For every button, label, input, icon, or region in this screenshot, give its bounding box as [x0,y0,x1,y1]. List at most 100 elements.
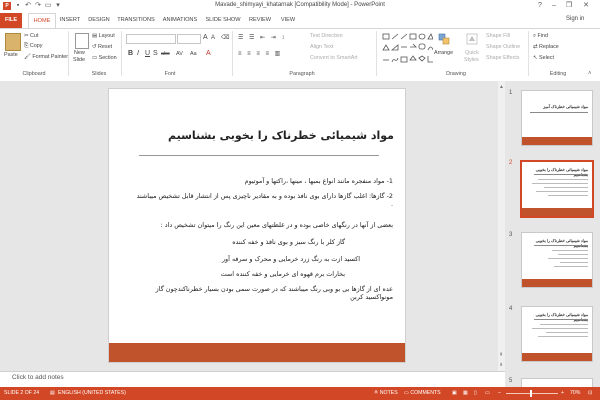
slide-title[interactable]: مواد شیمیائی خطرناک را بخوبی بشناسیم [109,129,394,142]
comments-button[interactable]: ▭ COMMENTS [404,390,441,396]
clear-format-icon[interactable]: ⌫ [221,34,229,41]
shapes-gallery[interactable] [381,32,434,68]
paste-icon[interactable] [5,33,21,51]
normal-view-icon[interactable]: ▣ [452,390,457,396]
text-direction-button[interactable]: Text Direction [310,33,343,39]
strikethrough-button[interactable]: abc [161,51,170,57]
comments-label: COMMENTS [410,390,441,396]
minimize-button[interactable]: – [548,1,560,11]
slideshow-view-icon[interactable]: ▭ [485,390,490,396]
thumbnail-text-line [548,195,588,196]
vertical-scrollbar[interactable] [498,81,505,371]
align-text-button[interactable]: Align Text [310,44,333,50]
tab-insert[interactable]: INSERT [58,13,82,28]
slide-thumbnail-1[interactable]: مواد شیمیائی خطرناک آمیز [521,90,593,146]
fit-slide-icon[interactable]: ⊡ [588,390,592,396]
language-indicator[interactable]: ENGLISH (UNITED STATES) [58,390,126,396]
thumbnail-title: مواد شیمیائی خطرناک را بخوبی بشناسیم [535,167,588,177]
spellcheck-icon[interactable]: ▤ [50,390,55,396]
notes-button[interactable]: ≙ NOTES [374,390,398,396]
zoom-out-icon[interactable]: – [498,390,501,396]
section-label: Section [98,55,117,61]
section-button[interactable]: ▭ Section [92,55,117,61]
layout-button[interactable]: ▤ Layout [92,33,115,39]
select-button[interactable]: ↖ Select [533,55,554,61]
shape-fill-button[interactable]: Shape Fill [486,33,510,39]
reset-button[interactable]: ↺ Reset [92,44,112,50]
tab-view[interactable]: VIEW [278,13,298,28]
thumbnail-footer-bar [522,279,592,287]
font-name-combo[interactable] [126,34,176,44]
restore-button[interactable]: ❐ [563,1,575,11]
quick-styles-icon[interactable] [466,33,478,45]
slide-body-line-2[interactable]: 2- گازها: اغلب گازها دارای بوی نافذ بوده… [133,192,393,208]
replace-button[interactable]: ⇄ Replace [533,44,559,50]
slide-body-line-7[interactable]: عده ای از گازها بی بو وبی رنگ میباشند که… [128,285,393,301]
section-icon: ▭ [92,55,99,61]
list-buttons-icon[interactable]: ☰ ☰ ⇤ ⇥ ↕ [238,34,286,41]
current-slide[interactable]: مواد شیمیائی خطرناک را بخوبی بشناسیم 1- … [108,88,406,363]
bold-button[interactable]: B [128,50,133,57]
convert-smartart-button[interactable]: Convert to SmartArt [310,55,358,61]
shrink-font-icon[interactable]: A [211,35,215,41]
reading-view-icon[interactable]: ▯ [474,390,477,396]
select-label: Select [539,55,554,61]
collapse-ribbon-icon[interactable]: ˄ [588,71,592,77]
close-button[interactable]: ✕ [580,1,592,11]
slide-body-line-1[interactable]: 1- مواد منفجره مانند انواع بمبها ، مینها… [133,177,393,185]
tab-file[interactable]: FILE [0,13,22,28]
thumbnail-text-line [544,187,588,188]
scroll-next-slide-icon[interactable]: ⇟ [499,362,503,368]
slide-thumbnail-3[interactable]: مواد شیمیائی خطرناک را بخوبی بشناسیم [521,232,593,288]
tab-review[interactable]: REVIEW [246,13,274,28]
slide-thumbnail-2[interactable]: مواد شیمیائی خطرناک را بخوبی بشناسیم [520,160,594,218]
new-slide-icon[interactable] [75,33,89,49]
slide-sorter-icon[interactable]: ▦ [463,390,468,396]
tab-slideshow[interactable]: SLIDE SHOW [204,13,242,28]
help-button[interactable]: ? [534,1,546,11]
slide-body-line-6[interactable]: بخارات برم قهوه ای خرمایی و خفه کننده اس… [145,270,345,278]
quick-styles-button[interactable]: Quick [465,50,479,56]
change-case-button[interactable]: Aa [190,51,197,57]
arrange-button[interactable]: Arrange [434,50,453,56]
slide-body-line-4[interactable]: گاز کلر با رنگ سبز و بوی نافذ و خفه کنند… [145,238,345,246]
scroll-prev-slide-icon[interactable]: ⇞ [499,352,503,358]
tab-home[interactable]: HOME [28,13,56,29]
tab-design[interactable]: DESIGN [86,13,112,28]
quick-styles-button-line2[interactable]: Styles [464,57,479,63]
find-button[interactable]: ⌕ Find [533,33,548,40]
shape-effects-button[interactable]: Shape Effects [486,55,519,61]
format-painter-button[interactable]: 🖌 Format Painter [24,54,68,60]
italic-button[interactable]: I [137,50,139,57]
scroll-up-icon[interactable]: ▲ [499,84,504,90]
tab-animations[interactable]: ANIMATIONS [160,13,200,28]
zoom-slider-thumb[interactable] [530,390,532,397]
zoom-slider[interactable] [506,393,558,394]
zoom-level[interactable]: 70% [570,390,580,396]
slide-thumbnail-4[interactable]: مواد شیمیائی خطرناک را بخوبی بشناسیم [521,306,593,362]
align-buttons-icon[interactable]: ≡ ≡ ≡ ≡ ▥ [238,50,282,57]
strike-s-button[interactable]: S [153,50,158,57]
paste-button[interactable]: Paste [4,52,18,58]
copy-button[interactable]: ⎘ Copy [24,43,42,50]
underline-button[interactable]: U [145,50,150,57]
font-color-button[interactable]: A [206,50,211,57]
thumbnail-text-line [532,328,588,329]
cut-button[interactable]: ✂ Cut [24,33,38,39]
font-size-combo[interactable] [177,34,201,44]
grow-font-icon[interactable]: A [203,34,208,41]
sign-in-link[interactable]: Sign in [566,16,584,22]
tab-transitions[interactable]: TRANSITIONS [116,13,156,28]
char-spacing-button[interactable]: AV [176,51,183,57]
group-divider [68,31,69,76]
layout-label: Layout [98,33,115,39]
thumbnail-text-line [548,258,588,259]
notes-placeholder[interactable]: Click to add notes [12,374,64,381]
new-slide-button[interactable]: New [74,50,85,56]
arrange-icon[interactable] [438,33,450,45]
zoom-in-icon[interactable]: + [561,390,564,396]
slide-body-line-3[interactable]: بعضی از آنها در رنگهای خاصی بوده و در غل… [133,221,393,229]
shape-outline-button[interactable]: Shape Outline [486,44,520,50]
slide-body-line-5[interactable]: اکسید ازت به رنگ زرد خرمایی و محرک و سرف… [145,255,360,263]
new-slide-button-line2[interactable]: Slide [73,57,85,63]
